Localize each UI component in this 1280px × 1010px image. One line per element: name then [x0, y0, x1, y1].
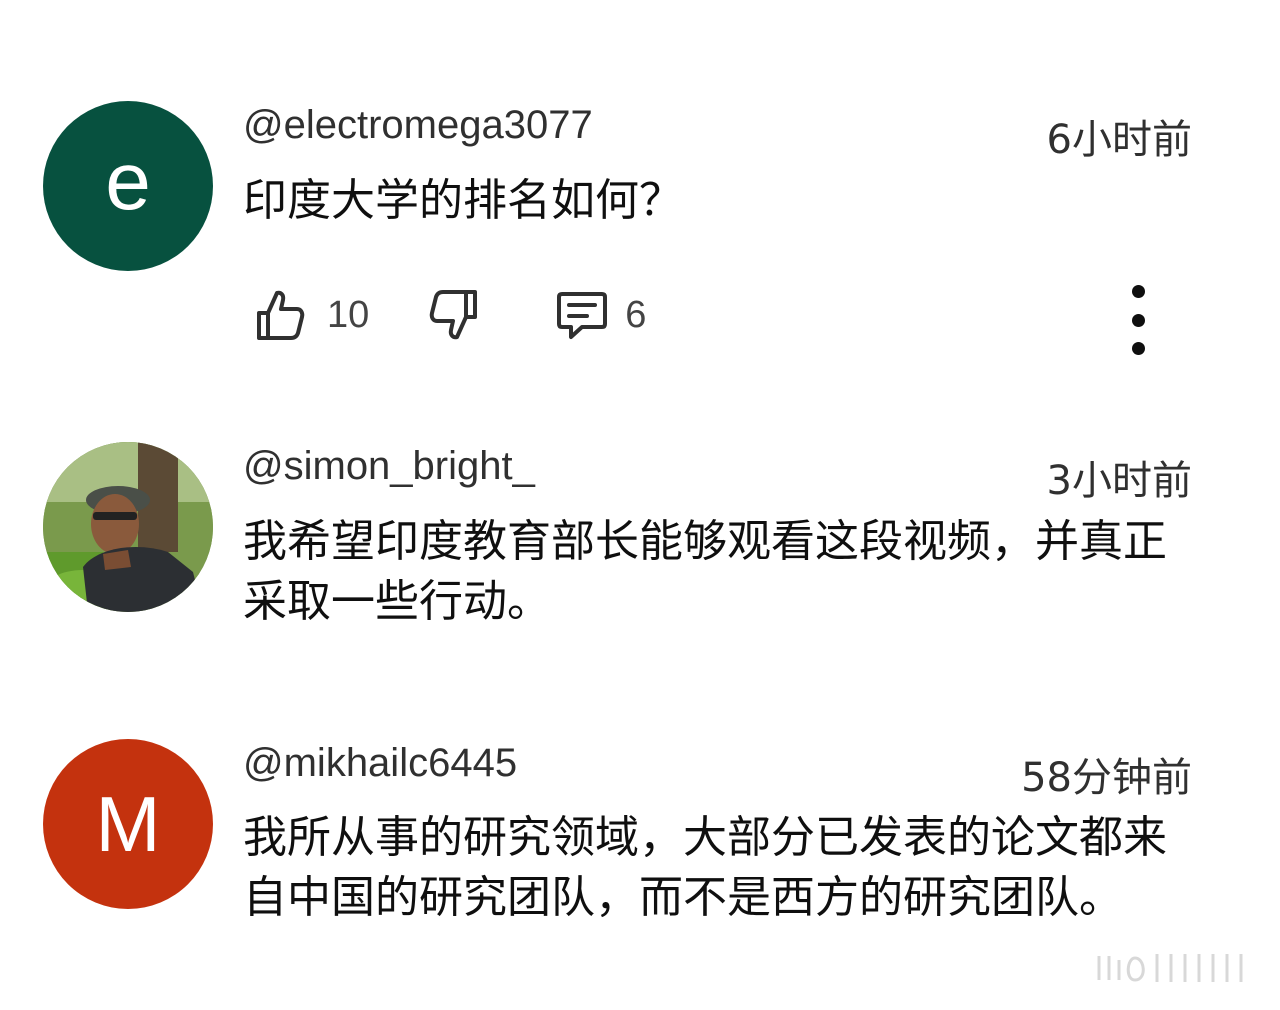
- comment-timestamp: 3小时前: [1046, 458, 1192, 504]
- comment-timestamp: 58分钟前: [1021, 755, 1192, 801]
- comment-author[interactable]: @simon_bright_: [243, 444, 535, 489]
- dislike-button[interactable]: [429, 283, 479, 347]
- reply-button[interactable]: 6: [555, 283, 646, 347]
- watermark-logo: [1097, 954, 1243, 982]
- profile-photo: [43, 442, 213, 612]
- more-options-button[interactable]: [1118, 285, 1158, 355]
- comment-text: 我所从事的研究领域，大部分已发表的论文都来自中国的研究团队，而不是西方的研究团队…: [243, 812, 1167, 923]
- thumbs-up-icon: [257, 290, 305, 340]
- comment-timestamp: 6小时前: [1046, 117, 1192, 163]
- more-vertical-icon-dot: [1131, 285, 1145, 298]
- avatar[interactable]: [43, 442, 213, 612]
- comment-author[interactable]: @mikhailc6445: [243, 741, 517, 786]
- comment-text: 我希望印度教育部长能够观看这段视频，并真正采取一些行动。: [243, 516, 1167, 627]
- comment-icon: [557, 292, 608, 339]
- avatar-letter: e: [105, 136, 151, 227]
- like-button[interactable]: 10: [255, 283, 369, 347]
- avatar[interactable]: M: [43, 739, 213, 909]
- more-vertical-icon-dot: [1131, 342, 1145, 355]
- comment-actions: 10 6: [255, 283, 646, 347]
- comment-author[interactable]: @electromega3077: [243, 103, 593, 148]
- like-count: 10: [327, 293, 370, 336]
- thumbs-down-icon: [430, 290, 478, 340]
- avatar-letter: M: [95, 780, 161, 868]
- reply-count: 6: [625, 293, 647, 336]
- more-vertical-icon-dot: [1131, 313, 1145, 327]
- comment-text: 印度大学的排名如何？: [243, 175, 683, 226]
- avatar[interactable]: e: [43, 101, 213, 271]
